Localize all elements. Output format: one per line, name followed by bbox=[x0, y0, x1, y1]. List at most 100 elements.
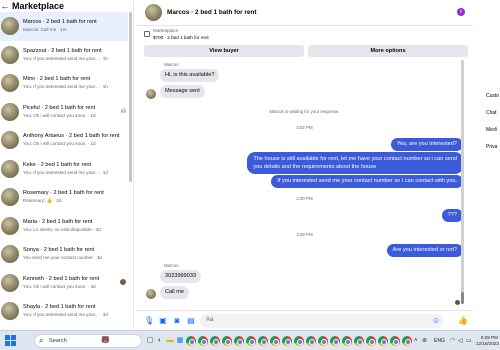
more-options-button[interactable]: More options bbox=[308, 45, 468, 57]
chrome-icon[interactable] bbox=[378, 335, 388, 347]
chat-panel: Marcos · 2 bed 1 bath for rent i Marketp… bbox=[136, 0, 473, 330]
chrome-icon[interactable] bbox=[402, 335, 412, 347]
back-arrow-icon[interactable]: ← bbox=[0, 1, 10, 11]
marketplace-listing-card[interactable]: Marketplace $700 · 2 bed 1 bath for rent bbox=[144, 28, 304, 42]
chrome-icon[interactable] bbox=[354, 335, 364, 347]
chrome-icon[interactable] bbox=[246, 335, 256, 347]
panel-item-customize[interactable]: Custo bbox=[486, 93, 499, 99]
avatar[interactable] bbox=[145, 4, 162, 21]
message-input[interactable]: Aa ☺ bbox=[200, 314, 444, 328]
conversation-item[interactable]: Kenneth · 2 bed 1 bath for rent You: Ok i… bbox=[0, 269, 128, 298]
message-line: you details and the requirements about t… bbox=[253, 164, 377, 170]
emoji-icon[interactable]: ☺ bbox=[432, 316, 440, 326]
avatar bbox=[1, 216, 19, 235]
conversation-preview: You: Ok i will contact you soon. · 3d bbox=[23, 283, 96, 289]
conversation-item[interactable]: Marcos · 2 bed 1 bath for rent Marcos: Ca… bbox=[0, 12, 128, 41]
chrome-icon[interactable] bbox=[294, 335, 304, 347]
conversation-preview: You: If you interested send me your... ·… bbox=[23, 84, 108, 90]
avatar bbox=[1, 131, 19, 150]
conversation-title: Piceful · 2 bed 1 bath for rent bbox=[23, 104, 96, 111]
outgoing-message[interactable]: Yes, are you interested? bbox=[390, 138, 463, 151]
edge-icon[interactable]: ◐ bbox=[156, 335, 164, 347]
chrome-icon[interactable] bbox=[306, 335, 316, 347]
photo-icon[interactable]: ▣ bbox=[158, 316, 168, 326]
taskbar-search[interactable]: ⌕ Search 🐻 bbox=[34, 334, 142, 348]
chrome-icon[interactable] bbox=[234, 335, 244, 347]
chat-title[interactable]: Marcos · 2 bed 1 bath for rent bbox=[167, 9, 257, 16]
windows-start-icon[interactable] bbox=[5, 335, 17, 347]
incoming-message[interactable]: Call me bbox=[160, 286, 189, 299]
gif-icon[interactable]: ▤ bbox=[186, 316, 196, 326]
outgoing-message[interactable]: ??? bbox=[441, 209, 463, 222]
listing-title: $700 · 2 bed 1 bath for rent bbox=[153, 35, 209, 40]
language-indicator[interactable]: ENG bbox=[434, 336, 445, 346]
microphone-icon[interactable]: 🎙 bbox=[144, 316, 154, 326]
wifi-icon[interactable]: ◠ bbox=[450, 336, 455, 346]
chrome-icon[interactable] bbox=[258, 335, 268, 347]
volume-icon[interactable]: ◁ bbox=[458, 336, 463, 346]
avatar bbox=[1, 102, 19, 121]
outgoing-message[interactable]: The house is still available for rent, l… bbox=[247, 152, 463, 174]
timestamp: 2:02 PM bbox=[296, 125, 313, 130]
conversation-item[interactable]: Maria · 2 bed 1 bath for rent You: Lo sie… bbox=[0, 212, 128, 241]
chrome-icon[interactable] bbox=[222, 335, 232, 347]
timestamp: 3:28 PM bbox=[296, 232, 313, 237]
thumbs-up-icon[interactable]: 👍 bbox=[458, 316, 468, 326]
panel-item-media[interactable]: Medi bbox=[486, 127, 497, 133]
chrome-icon[interactable] bbox=[186, 335, 196, 347]
store-icon[interactable]: ▦ bbox=[176, 335, 184, 347]
conversation-item[interactable]: Spazzout · 2 bed 1 bath for rent You: If … bbox=[0, 41, 128, 70]
thread-scrollbar-thumb[interactable] bbox=[461, 292, 464, 304]
incoming-message[interactable]: Message sent bbox=[160, 85, 205, 98]
chrome-icon[interactable] bbox=[270, 335, 280, 347]
conversation-preview: You send me your contact number · 3d bbox=[23, 255, 102, 261]
chrome-icon[interactable] bbox=[282, 335, 292, 347]
chrome-icon[interactable] bbox=[342, 335, 352, 347]
waiting-notice: Marcos is waiting for your response. bbox=[269, 109, 340, 114]
file-explorer-icon[interactable]: ▬ bbox=[166, 335, 174, 347]
view-buyer-button[interactable]: View buyer bbox=[144, 45, 304, 57]
avatar bbox=[1, 74, 19, 93]
info-icon[interactable]: i bbox=[457, 8, 465, 16]
avatar bbox=[1, 188, 19, 207]
conversation-item[interactable]: Rosemary · 2 bed 1 bath for rent Rosemary… bbox=[0, 183, 128, 212]
task-view-icon[interactable]: ▢ bbox=[146, 335, 154, 347]
conversation-item[interactable]: Piceful · 2 bed 1 bath for rent You: Ok i… bbox=[0, 98, 128, 127]
chrome-icon[interactable] bbox=[390, 335, 400, 347]
sender-name: Marcos bbox=[164, 263, 179, 268]
conversation-item[interactable]: Shayla · 2 bed 1 bath for rent You: If yo… bbox=[0, 297, 128, 326]
conversation-preview: You: If you interested send me your... ·… bbox=[23, 55, 108, 61]
conversation-title: Maria · 2 bed 1 bath for rent bbox=[23, 218, 93, 225]
incoming-message[interactable]: 3023999033 bbox=[160, 270, 202, 283]
chrome-icon[interactable] bbox=[198, 335, 208, 347]
outgoing-message[interactable]: Are you interested or not? bbox=[386, 244, 463, 257]
sticker-icon[interactable]: ◙ bbox=[172, 316, 182, 326]
chrome-icon[interactable] bbox=[210, 335, 220, 347]
network-icon[interactable]: ⊛ bbox=[422, 336, 427, 346]
thread-scrollbar-track[interactable] bbox=[461, 60, 464, 300]
timestamp: 2:30 PM bbox=[296, 196, 313, 201]
conversation-item[interactable]: Sonya · 2 bed 1 bath for rent You send me… bbox=[0, 240, 128, 269]
message-line: The house is still available for rent, l… bbox=[253, 156, 457, 162]
panel-item-chat[interactable]: Chat bbox=[486, 110, 497, 116]
chevron-up-icon[interactable]: ˄ bbox=[414, 336, 418, 346]
marketplace-label: Marketplace bbox=[153, 28, 179, 33]
taskbar-apps: ▢ ◐ ▬ ▦ bbox=[146, 334, 412, 348]
conversation-item[interactable]: Anthony Artaeus · 2 bed 1 bath for rent Y… bbox=[0, 126, 128, 155]
conversation-preview: You: If you interested send me your... ·… bbox=[23, 312, 108, 318]
clock[interactable]: 8:29 PM 12/18/2023 bbox=[476, 335, 499, 347]
incoming-message[interactable]: Hi, is this available? bbox=[160, 69, 220, 82]
sidebar-scrollbar[interactable] bbox=[129, 12, 132, 182]
chrome-icon[interactable] bbox=[318, 335, 328, 347]
outgoing-message[interactable]: If you interested send me your contact n… bbox=[271, 175, 463, 188]
conversation-title: Rosemary · 2 bed 1 bath for rent bbox=[23, 190, 104, 197]
conversation-preview: Marcos: Call me · 1m bbox=[23, 27, 67, 33]
conversation-item[interactable]: Keke · 2 bed 1 bath for rent You: If you … bbox=[0, 155, 128, 184]
conversation-item[interactable]: Mimi · 2 bed 1 bath for rent You: If you … bbox=[0, 69, 128, 98]
battery-icon[interactable]: ▭ bbox=[466, 336, 472, 346]
conversation-preview: You: Ok i will contact you soon. · 1d bbox=[23, 112, 96, 118]
panel-item-privacy[interactable]: Priva bbox=[486, 144, 497, 150]
conversation-title: Spazzout · 2 bed 1 bath for rent bbox=[23, 47, 102, 54]
chrome-icon[interactable] bbox=[366, 335, 376, 347]
chrome-icon[interactable] bbox=[330, 335, 340, 347]
